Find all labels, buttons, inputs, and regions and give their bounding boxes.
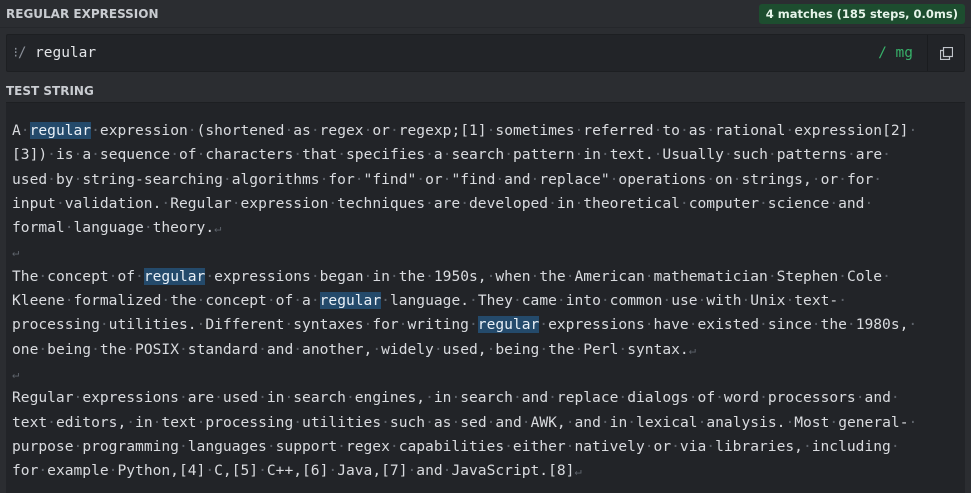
regex-flags[interactable]: / mg xyxy=(878,45,927,61)
test-string-line: for·example·Python,[4]·C,[5]·C++,[6]·Jav… xyxy=(12,462,582,480)
line-end-icon: ↵ xyxy=(12,245,20,260)
regex-match: regular xyxy=(143,267,206,285)
test-string-line: purpose·programming·languages·support·re… xyxy=(12,437,900,455)
test-section-title: TEST STRING xyxy=(6,84,94,98)
blank-line: ↵ xyxy=(12,240,959,264)
drag-handle-icon[interactable]: ⁝/ xyxy=(7,45,33,61)
regex-flags-value: mg xyxy=(895,45,913,61)
regex-input-bar: ⁝/ / mg xyxy=(6,34,965,72)
test-string-line: Regular·expressions·are·used·in·search·e… xyxy=(12,389,900,407)
line-end-icon: ↵ xyxy=(688,342,696,357)
copy-icon xyxy=(939,46,953,60)
test-string-line: Kleene·formalized·the·concept·of·a·regul… xyxy=(12,292,847,310)
regex-match: regular xyxy=(477,316,540,334)
regex-open-delimiter: / xyxy=(18,45,27,61)
line-end-icon: ↵ xyxy=(214,221,222,236)
test-string-line: The·concept·of·regular·expressions·began… xyxy=(12,267,891,285)
line-end-icon: ↵ xyxy=(12,366,20,381)
regex-section-title: REGULAR EXPRESSION xyxy=(6,6,159,21)
test-string-line: formal·language·theory.↵ xyxy=(12,219,222,237)
test-string-line: [3])·is·a·sequence·of·characters·that·sp… xyxy=(12,146,891,164)
copy-button[interactable] xyxy=(927,35,964,71)
line-end-icon: ↵ xyxy=(574,464,582,479)
test-string-line: A·regular·expression·(shortened·as·regex… xyxy=(12,122,918,139)
regex-section-header: REGULAR EXPRESSION 4 matches (185 steps,… xyxy=(0,0,971,28)
regex-pattern-input[interactable] xyxy=(33,44,879,62)
test-string-line: one·being·the·POSIX·standard·and·another… xyxy=(12,340,696,358)
test-string-line: text·editors,·in·text·processing·utiliti… xyxy=(12,413,918,431)
match-count-badge: 4 matches (185 steps, 0.0ms) xyxy=(758,3,965,24)
test-string-line: input·validation.·Regular·expression·tec… xyxy=(12,194,874,212)
test-section-header: TEST STRING xyxy=(0,77,971,105)
test-string-line: used·by·string-searching·algorithms·for·… xyxy=(12,170,883,188)
regex-close-delimiter: / xyxy=(878,45,887,61)
regex-match: regular xyxy=(29,122,92,139)
test-string-line: processing·utilities.·Different·syntaxes… xyxy=(12,316,918,334)
blank-line: ↵ xyxy=(12,362,959,386)
test-string-editor[interactable]: A·regular·expression·(shortened·as·regex… xyxy=(6,102,965,493)
regex-match: regular xyxy=(319,292,382,310)
